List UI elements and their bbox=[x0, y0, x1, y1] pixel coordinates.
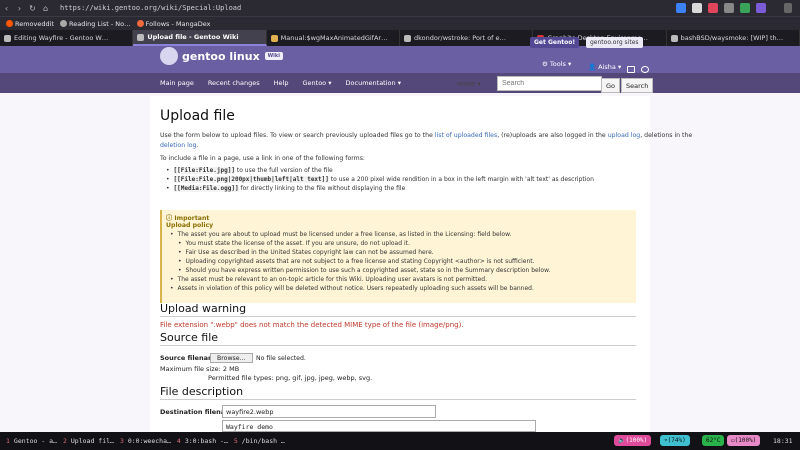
mime-warning-text: File extension ".webp" does not match th… bbox=[160, 321, 464, 329]
wifi-indicator[interactable]: ⌔ (74%) bbox=[660, 435, 690, 446]
taskbar-item[interactable]: 3 0:0:weecha… bbox=[120, 437, 171, 445]
divider bbox=[160, 316, 636, 317]
include-paragraph: To include a file in a page, use a link … bbox=[160, 155, 366, 162]
tab[interactable]: Editing Wayfire - Gentoo W… bbox=[0, 30, 134, 46]
browse-button[interactable]: Browse… bbox=[210, 353, 253, 363]
extension-icon[interactable] bbox=[676, 3, 686, 13]
temperature-indicator: 62°C bbox=[702, 435, 725, 446]
policy-item: Should you have express written permissi… bbox=[178, 267, 551, 274]
nav-help[interactable]: Help bbox=[274, 79, 289, 87]
taskbar-item[interactable]: 1 Gentoo - a… bbox=[6, 437, 57, 445]
permitted-types-text: Permitted file types: png, gif, jpg, jpe… bbox=[208, 374, 373, 382]
back-button[interactable]: ‹ bbox=[0, 4, 13, 13]
intro-paragraph-cont: deletion log. bbox=[160, 142, 199, 149]
policy-item: You must state the license of the asset.… bbox=[178, 240, 410, 247]
site-logo[interactable]: gentoo linux Wiki bbox=[160, 47, 283, 65]
github-tab-icon bbox=[403, 34, 411, 42]
tab-strip: Editing Wayfire - Gentoo W… Upload file … bbox=[0, 30, 800, 46]
wiki-navbar: Main page Recent changes Help Gentoo ▾ D… bbox=[0, 73, 800, 93]
nav-gentoo[interactable]: Gentoo ▾ bbox=[303, 79, 332, 87]
upload-log-link[interactable]: upload log bbox=[608, 132, 640, 139]
tab[interactable]: dkondor/wstroke: Port of e… bbox=[400, 30, 534, 46]
list-item: [[File:File.jpg]] to use the full versio… bbox=[166, 167, 333, 174]
forward-button[interactable]: › bbox=[13, 4, 26, 13]
battery-indicator: ▭ (100%) bbox=[727, 435, 761, 446]
policy-item: Uploading copyrighted assets that are no… bbox=[178, 258, 535, 265]
max-size-text: Maximum file size: 2 MB bbox=[160, 365, 240, 373]
important-label: ⓘ Important bbox=[166, 215, 210, 222]
page-title: Upload file bbox=[160, 108, 235, 124]
nav-main-page[interactable]: Main page bbox=[160, 79, 194, 87]
bookmark-item[interactable]: Follows - MangaDex bbox=[136, 20, 210, 28]
home-button[interactable]: ⌂ bbox=[39, 4, 52, 13]
intro-paragraph: Use the form below to upload files. To v… bbox=[160, 132, 693, 139]
user-menu[interactable]: 👤 Aisha ▾ bbox=[588, 63, 621, 71]
mediawiki-tab-icon bbox=[270, 34, 278, 42]
tab[interactable]: Manual:$wgMaxAnimatedGifAr… bbox=[267, 30, 400, 46]
reddit-icon bbox=[6, 20, 13, 27]
summary-textarea[interactable]: Wayfire demo bbox=[222, 420, 536, 432]
gentoo-tab-icon bbox=[4, 34, 11, 42]
tab[interactable]: bashBSD/waysmoke: [WIP] th… bbox=[667, 30, 800, 46]
wiki-header bbox=[0, 46, 800, 73]
deletion-log-link[interactable]: deletion log bbox=[160, 142, 197, 149]
address-field[interactable]: https://wiki.gentoo.org/wiki/Special:Upl… bbox=[60, 4, 241, 12]
extension-icon[interactable] bbox=[692, 3, 702, 13]
tab-active[interactable]: Upload file - Gentoo Wiki bbox=[133, 30, 267, 46]
nav-documentation[interactable]: Documentation ▾ bbox=[346, 79, 401, 87]
taskbar-item[interactable]: 5/bin/bash … bbox=[234, 437, 285, 445]
destination-filename-input[interactable]: wayfire2.webp bbox=[222, 405, 436, 418]
gentoo-tab-icon bbox=[137, 33, 145, 41]
extension-icon[interactable] bbox=[756, 3, 766, 13]
bookmark-item[interactable]: Reading List - No… bbox=[59, 20, 131, 28]
gentoo-logo-icon bbox=[160, 47, 178, 65]
policy-item: Fair Use as described in the United Stat… bbox=[178, 249, 434, 256]
browser-url-bar: ‹ › ↻ ⌂ https://wiki.gentoo.org/wiki/Spe… bbox=[0, 0, 800, 16]
menu-icon[interactable] bbox=[784, 3, 792, 13]
nav-recent-changes[interactable]: Recent changes bbox=[208, 79, 260, 87]
alerts-icon[interactable] bbox=[641, 66, 649, 73]
taskbar-item[interactable]: 2 Upload fil… bbox=[63, 437, 114, 445]
policy-title: Upload policy bbox=[166, 222, 214, 229]
search-button[interactable]: Search bbox=[621, 78, 654, 93]
divider bbox=[160, 399, 636, 400]
search-input[interactable] bbox=[497, 76, 602, 91]
clock: 18:31 bbox=[773, 437, 793, 445]
bookmarks-bar: Removeddit Reading List - No… Follows - … bbox=[0, 16, 800, 30]
source-file-heading: Source file bbox=[160, 331, 219, 344]
gentoo-sites-dropdown[interactable]: gentoo.org sites bbox=[586, 37, 643, 48]
list-item: [[Media:File.ogg]] for directly linking … bbox=[166, 185, 405, 192]
policy-item: The asset must be relevant to an on-topi… bbox=[170, 276, 487, 283]
bookmark-item[interactable]: Removeddit bbox=[6, 20, 54, 28]
reading-list-icon bbox=[59, 20, 67, 27]
extension-icon[interactable] bbox=[708, 3, 718, 13]
reload-button[interactable]: ↻ bbox=[26, 4, 39, 13]
mangadex-icon bbox=[136, 20, 144, 27]
github-tab-icon bbox=[670, 34, 678, 42]
divider bbox=[160, 345, 636, 346]
extension-icon[interactable] bbox=[740, 3, 750, 13]
upload-warning-heading: Upload warning bbox=[160, 302, 247, 315]
tools-menu[interactable]: ⚙ Tools ▾ bbox=[542, 60, 571, 68]
get-gentoo-button[interactable]: Get Gentoo! bbox=[530, 37, 580, 48]
policy-item: Assets in violation of this policy will … bbox=[170, 285, 534, 292]
volume-indicator[interactable]: 🔈 (100%) bbox=[614, 435, 652, 446]
notifications-icon[interactable] bbox=[627, 66, 635, 73]
file-description-heading: File description bbox=[160, 385, 244, 398]
no-file-text: No file selected. bbox=[256, 355, 306, 362]
go-button[interactable]: Go bbox=[601, 78, 621, 93]
list-item: [[File:File.png|200px|thumb|left|alt tex… bbox=[166, 176, 594, 183]
more-dropdown[interactable]: more ▾ bbox=[457, 80, 481, 88]
uploaded-files-link[interactable]: list of uploaded files bbox=[435, 132, 497, 139]
policy-item: The asset you are about to upload must b… bbox=[170, 231, 512, 238]
extension-icon[interactable] bbox=[724, 3, 734, 13]
taskbar-item[interactable]: 4 3:0:bash -… bbox=[177, 437, 228, 445]
